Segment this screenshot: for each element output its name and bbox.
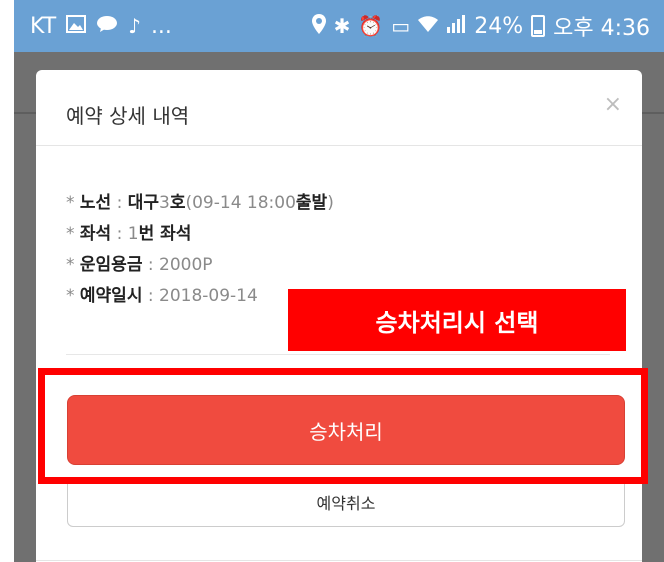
route-suffix: 호 <box>169 193 186 213</box>
board-button[interactable]: 승차처리 <box>67 395 625 465</box>
seat-suffix: 번 좌석 <box>138 224 192 244</box>
route-depart: 출발 <box>295 193 328 213</box>
seat-number: 1 <box>127 224 139 244</box>
signal-icon <box>446 14 466 38</box>
music-icon: ♪ <box>128 14 141 38</box>
bluetooth-icon: ✱ <box>333 14 351 38</box>
hd-icon: ▭ <box>391 14 411 38</box>
reservation-time-label: 예약일시 <box>79 286 143 306</box>
clock: 오후 4:36 <box>553 16 650 41</box>
battery-percent: 24% <box>474 13 524 39</box>
reservation-time-value: 2018-09-14 <box>159 286 258 306</box>
talk-icon <box>96 14 118 38</box>
carrier-label: KT <box>30 13 57 39</box>
fare-value: 2000P <box>159 255 213 275</box>
route-label: 노선 <box>79 193 112 213</box>
status-right: ✱ ⏰ ▭ 24% 오후 4:36 <box>311 0 650 52</box>
route-city: 대구 <box>127 193 160 213</box>
status-left: KT ♪ ... <box>30 0 172 52</box>
detail-seat: * 좌석 : 1번 좌석 <box>66 224 192 244</box>
route-number: 3 <box>159 193 170 213</box>
detail-fare: * 운임용금 : 2000P <box>66 255 213 275</box>
modal-footer-line <box>36 560 642 561</box>
seat-label: 좌석 <box>79 224 112 244</box>
wifi-icon <box>418 14 439 38</box>
alarm-icon: ⏰ <box>358 14 384 38</box>
phone-screen: KT ♪ ... ✱ ⏰ ▭ 24% 오후 4:36 예약 상세 내역 × * … <box>14 0 664 562</box>
route-close: ) <box>327 193 334 213</box>
gallery-icon <box>66 14 87 38</box>
battery-icon <box>531 15 546 37</box>
close-icon[interactable]: × <box>604 92 622 117</box>
more-notifications: ... <box>150 13 172 39</box>
route-time: (09-14 18:00 <box>185 193 296 213</box>
fare-label: 운임용금 <box>79 255 143 275</box>
cancel-reservation-button[interactable]: 예약취소 <box>67 477 625 527</box>
divider <box>66 354 610 355</box>
detail-route: * 노선 : 대구3호(09-14 18:00출발) <box>66 193 334 213</box>
modal-title: 예약 상세 내역 <box>66 104 190 128</box>
location-icon <box>311 13 326 39</box>
annotation-callout: 승차처리시 선택 <box>288 289 626 351</box>
modal-header: 예약 상세 내역 × <box>36 70 642 146</box>
status-bar: KT ♪ ... ✱ ⏰ ▭ 24% 오후 4:36 <box>14 0 664 52</box>
